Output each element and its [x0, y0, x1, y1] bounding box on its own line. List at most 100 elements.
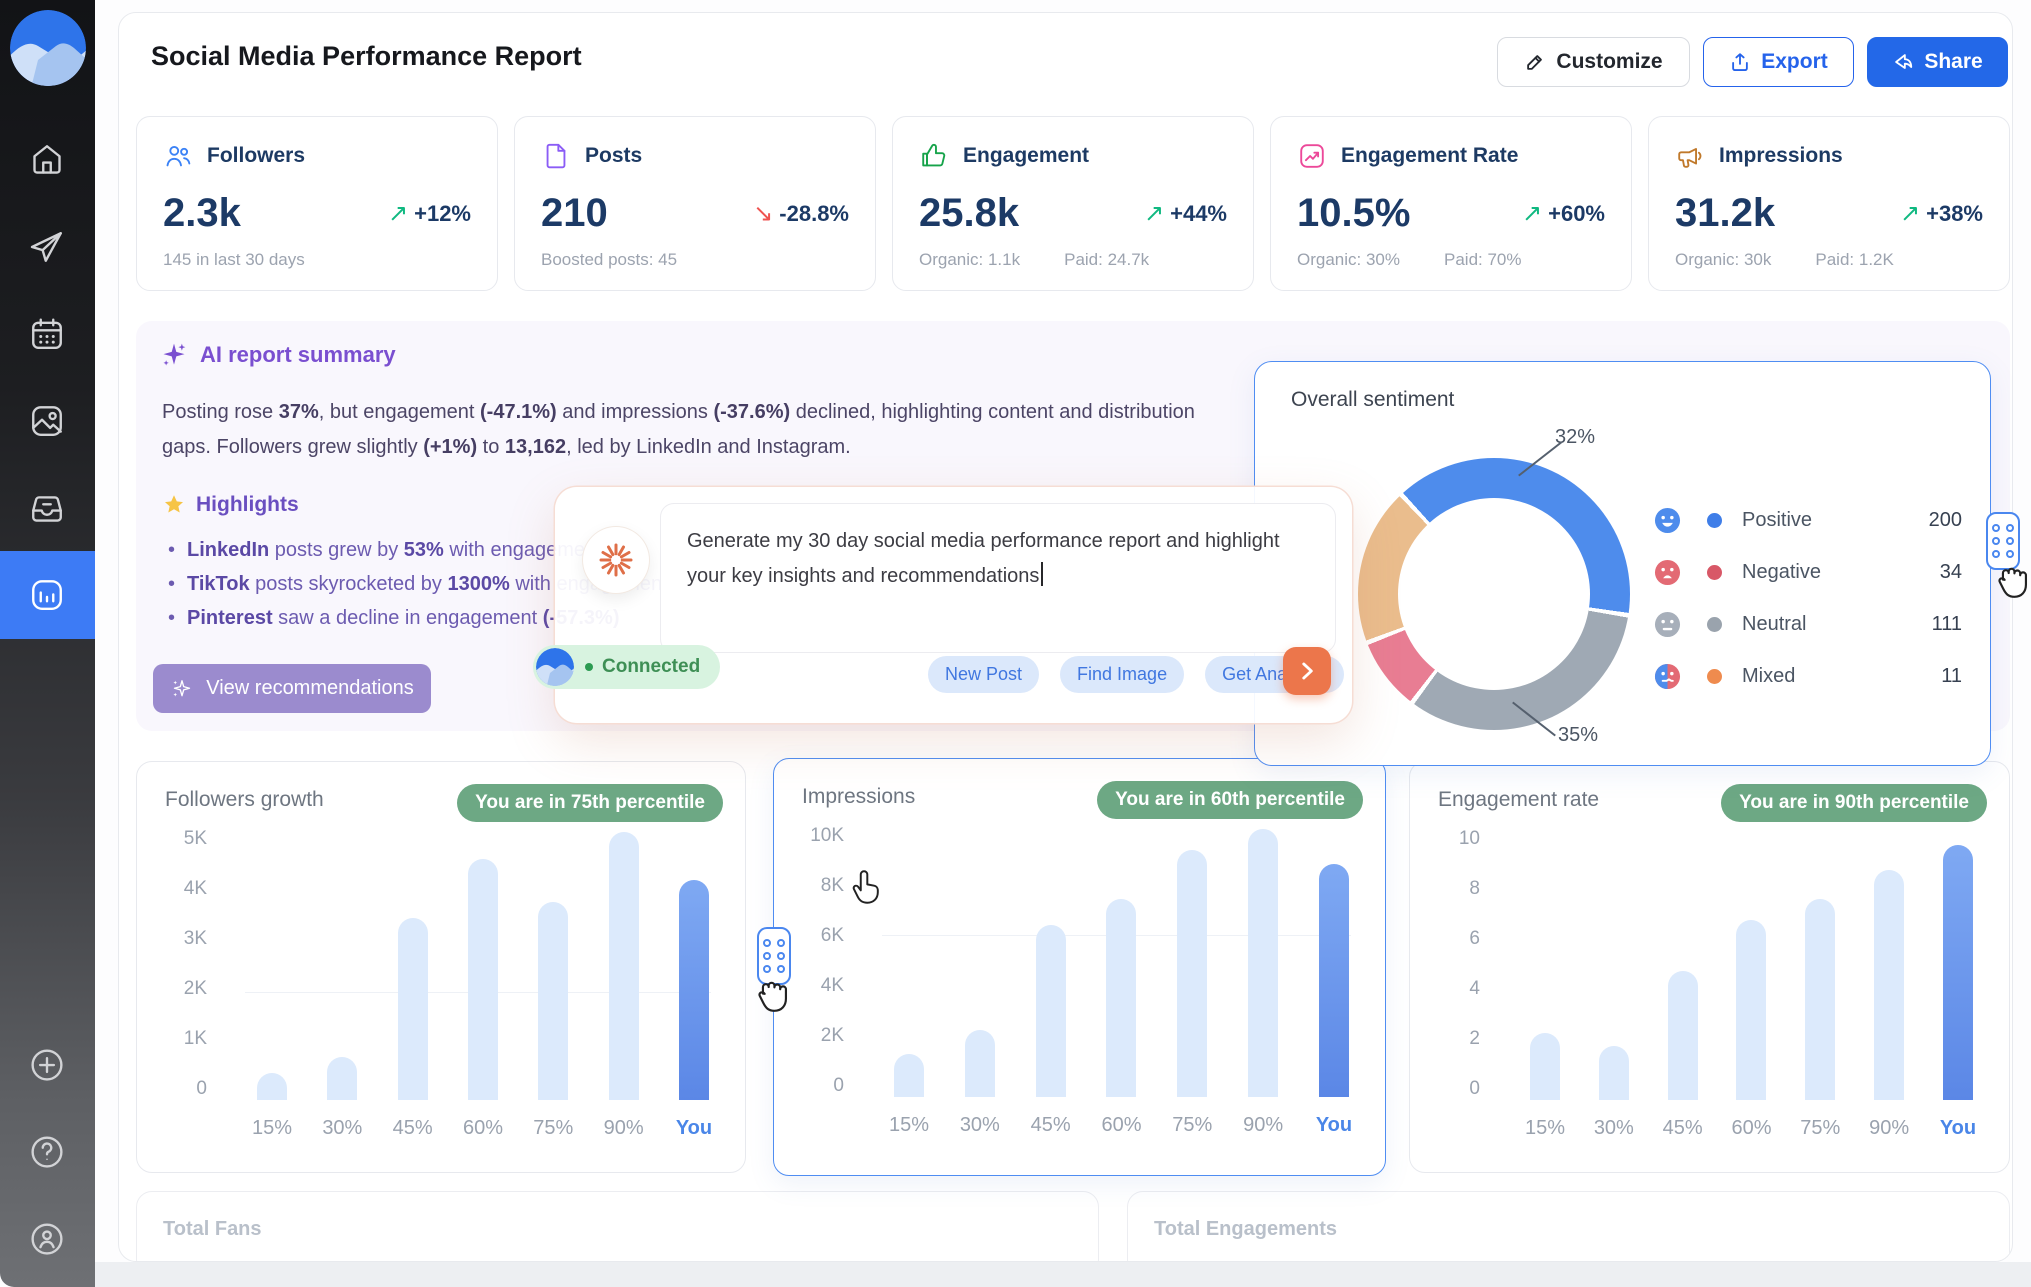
chevron-right-icon [1294, 658, 1320, 684]
sidebar-item-media[interactable] [27, 401, 67, 441]
donut-callout-bottom: 35% [1558, 724, 1598, 747]
percentile-badge: You are in 75th percentile [457, 784, 723, 822]
positive-face-icon [1654, 507, 1681, 534]
trend-up-icon: ↗ [388, 199, 408, 228]
sidebar-item-analytics[interactable] [0, 551, 95, 639]
legend-dot [1707, 617, 1722, 632]
bar-column[interactable]: 45% [396, 832, 430, 1100]
kpi-label: Impressions [1719, 144, 1843, 168]
bar-column[interactable]: 75% [1175, 829, 1209, 1097]
legend-row-mixed: Mixed 11 [1654, 661, 1962, 691]
bar-column[interactable]: 30% [1597, 832, 1631, 1100]
kpi-label: Followers [207, 144, 305, 168]
bar-column[interactable]: 15% [1528, 832, 1562, 1100]
total-fans-card[interactable]: Total Fans [136, 1191, 1099, 1262]
kpi-value: 25.8k [919, 191, 1019, 236]
followers-growth-chart-card[interactable]: Followers growth You are in 75th percent… [136, 761, 746, 1173]
mixed-face-icon [1654, 663, 1681, 690]
engagement-icon [919, 141, 949, 171]
sidebar [0, 0, 95, 1287]
send-icon [27, 227, 67, 267]
bar-column[interactable]: 15% [892, 829, 926, 1097]
send-prompt-button[interactable] [1283, 647, 1331, 695]
share-button[interactable]: Share [1867, 37, 2008, 87]
card-title: Total Fans [163, 1218, 262, 1241]
kpi-card-impressions[interactable]: Impressions 31.2k ↗+38% Organic: 30kPaid… [1648, 116, 2010, 291]
followers-icon [163, 141, 193, 171]
sentiment-title: Overall sentiment [1291, 388, 1454, 412]
impressions-icon [1675, 141, 1705, 171]
kpi-delta: ↗+44% [1144, 199, 1227, 228]
sidebar-item-calendar[interactable] [27, 314, 67, 354]
view-recommendations-button[interactable]: View recommendations [153, 664, 431, 713]
bar-column[interactable]: 75% [1803, 832, 1837, 1100]
percentile-badge: You are in 60th percentile [1097, 781, 1363, 819]
assistant-avatar [583, 527, 649, 593]
sparkle-icon [160, 341, 188, 369]
sidebar-item-publish[interactable] [27, 227, 67, 267]
bar-column[interactable]: You [1941, 832, 1975, 1100]
kpi-card-followers[interactable]: Followers 2.3k ↗+12% 145 in last 30 days [136, 116, 498, 291]
kpi-value: 2.3k [163, 191, 241, 236]
impressions-chart-card[interactable]: Impressions You are in 60th percentile 1… [773, 758, 1386, 1176]
brand-logo-small [536, 648, 574, 686]
prompt-input[interactable]: Generate my 30 day social media performa… [660, 503, 1336, 653]
ai-assistant-overlay: Generate my 30 day social media performa… [555, 487, 1352, 723]
kpi-delta: ↗+60% [1522, 199, 1605, 228]
legend-row-negative: Negative 34 [1654, 557, 1962, 587]
sidebar-item-add[interactable] [27, 1045, 67, 1085]
bar-column[interactable]: 60% [1104, 829, 1138, 1097]
engagement-rate-chart-card[interactable]: Engagement rate You are in 90th percenti… [1409, 761, 2010, 1173]
assistant-quick-actions: New Post Find Image Get Analytics [928, 656, 1344, 693]
bar-column[interactable]: 90% [1246, 829, 1280, 1097]
kpi-card-engagement-rate[interactable]: Engagement Rate 10.5% ↗+60% Organic: 30%… [1270, 116, 1632, 291]
sentiment-donut-chart [1358, 458, 1630, 730]
bar-column[interactable]: 45% [1666, 832, 1700, 1100]
bar-plot: 15% 30% 45% 60% 75% 90% You [892, 829, 1351, 1097]
bar-column[interactable]: You [677, 832, 711, 1100]
user-circle-icon [27, 1219, 67, 1259]
grab-cursor-icon [1990, 558, 2031, 604]
y-axis-ticks: 1086420 [1432, 828, 1480, 1100]
page-bottom-strip [95, 1262, 2031, 1287]
bar-column[interactable]: 90% [1872, 832, 1906, 1100]
bar-column[interactable]: 15% [255, 832, 289, 1100]
kpi-value: 210 [541, 191, 608, 236]
engagement-rate-icon [1297, 141, 1327, 171]
total-engagements-card[interactable]: Total Engagements [1127, 1191, 2010, 1262]
trend-up-icon: ↗ [1144, 199, 1164, 228]
calendar-icon [27, 314, 67, 354]
bar-column[interactable]: 90% [607, 832, 641, 1100]
bar-column[interactable]: You [1317, 829, 1351, 1097]
bar-column[interactable]: 30% [963, 829, 997, 1097]
chart-title: Engagement rate [1438, 788, 1599, 812]
pointer-cursor-icon [845, 866, 887, 908]
bar-column[interactable]: 60% [1734, 832, 1768, 1100]
grab-cursor-icon [750, 972, 796, 1018]
export-button[interactable]: Export [1703, 37, 1854, 87]
kpi-value: 31.2k [1675, 191, 1775, 236]
new-post-button[interactable]: New Post [928, 656, 1039, 693]
overall-sentiment-card[interactable]: Overall sentiment 32% 35% Positive 200 N… [1254, 361, 1991, 766]
sidebar-item-help[interactable] [27, 1132, 67, 1172]
kpi-card-engagement[interactable]: Engagement 25.8k ↗+44% Organic: 1.1kPaid… [892, 116, 1254, 291]
sidebar-item-home[interactable] [27, 140, 67, 180]
inbox-icon [27, 488, 67, 528]
customize-button[interactable]: Customize [1497, 37, 1690, 87]
bar-column[interactable]: 75% [536, 832, 570, 1100]
kpi-delta: ↗+12% [388, 199, 471, 228]
bar-column[interactable]: 45% [1034, 829, 1068, 1097]
find-image-button[interactable]: Find Image [1060, 656, 1184, 693]
bar-column[interactable]: 60% [466, 832, 500, 1100]
highlights-title: Highlights [162, 493, 299, 517]
card-title: Total Engagements [1154, 1218, 1337, 1241]
sidebar-item-inbox[interactable] [27, 488, 67, 528]
trend-down-icon: ↘ [753, 199, 773, 228]
kpi-subtext: Boosted posts: 45 [541, 250, 849, 270]
kpi-label: Posts [585, 144, 642, 168]
plus-circle-icon [27, 1045, 67, 1085]
analytics-icon [27, 575, 67, 615]
kpi-card-posts[interactable]: Posts 210 ↘-28.8% Boosted posts: 45 [514, 116, 876, 291]
bar-column[interactable]: 30% [325, 832, 359, 1100]
sidebar-item-profile[interactable] [27, 1219, 67, 1259]
